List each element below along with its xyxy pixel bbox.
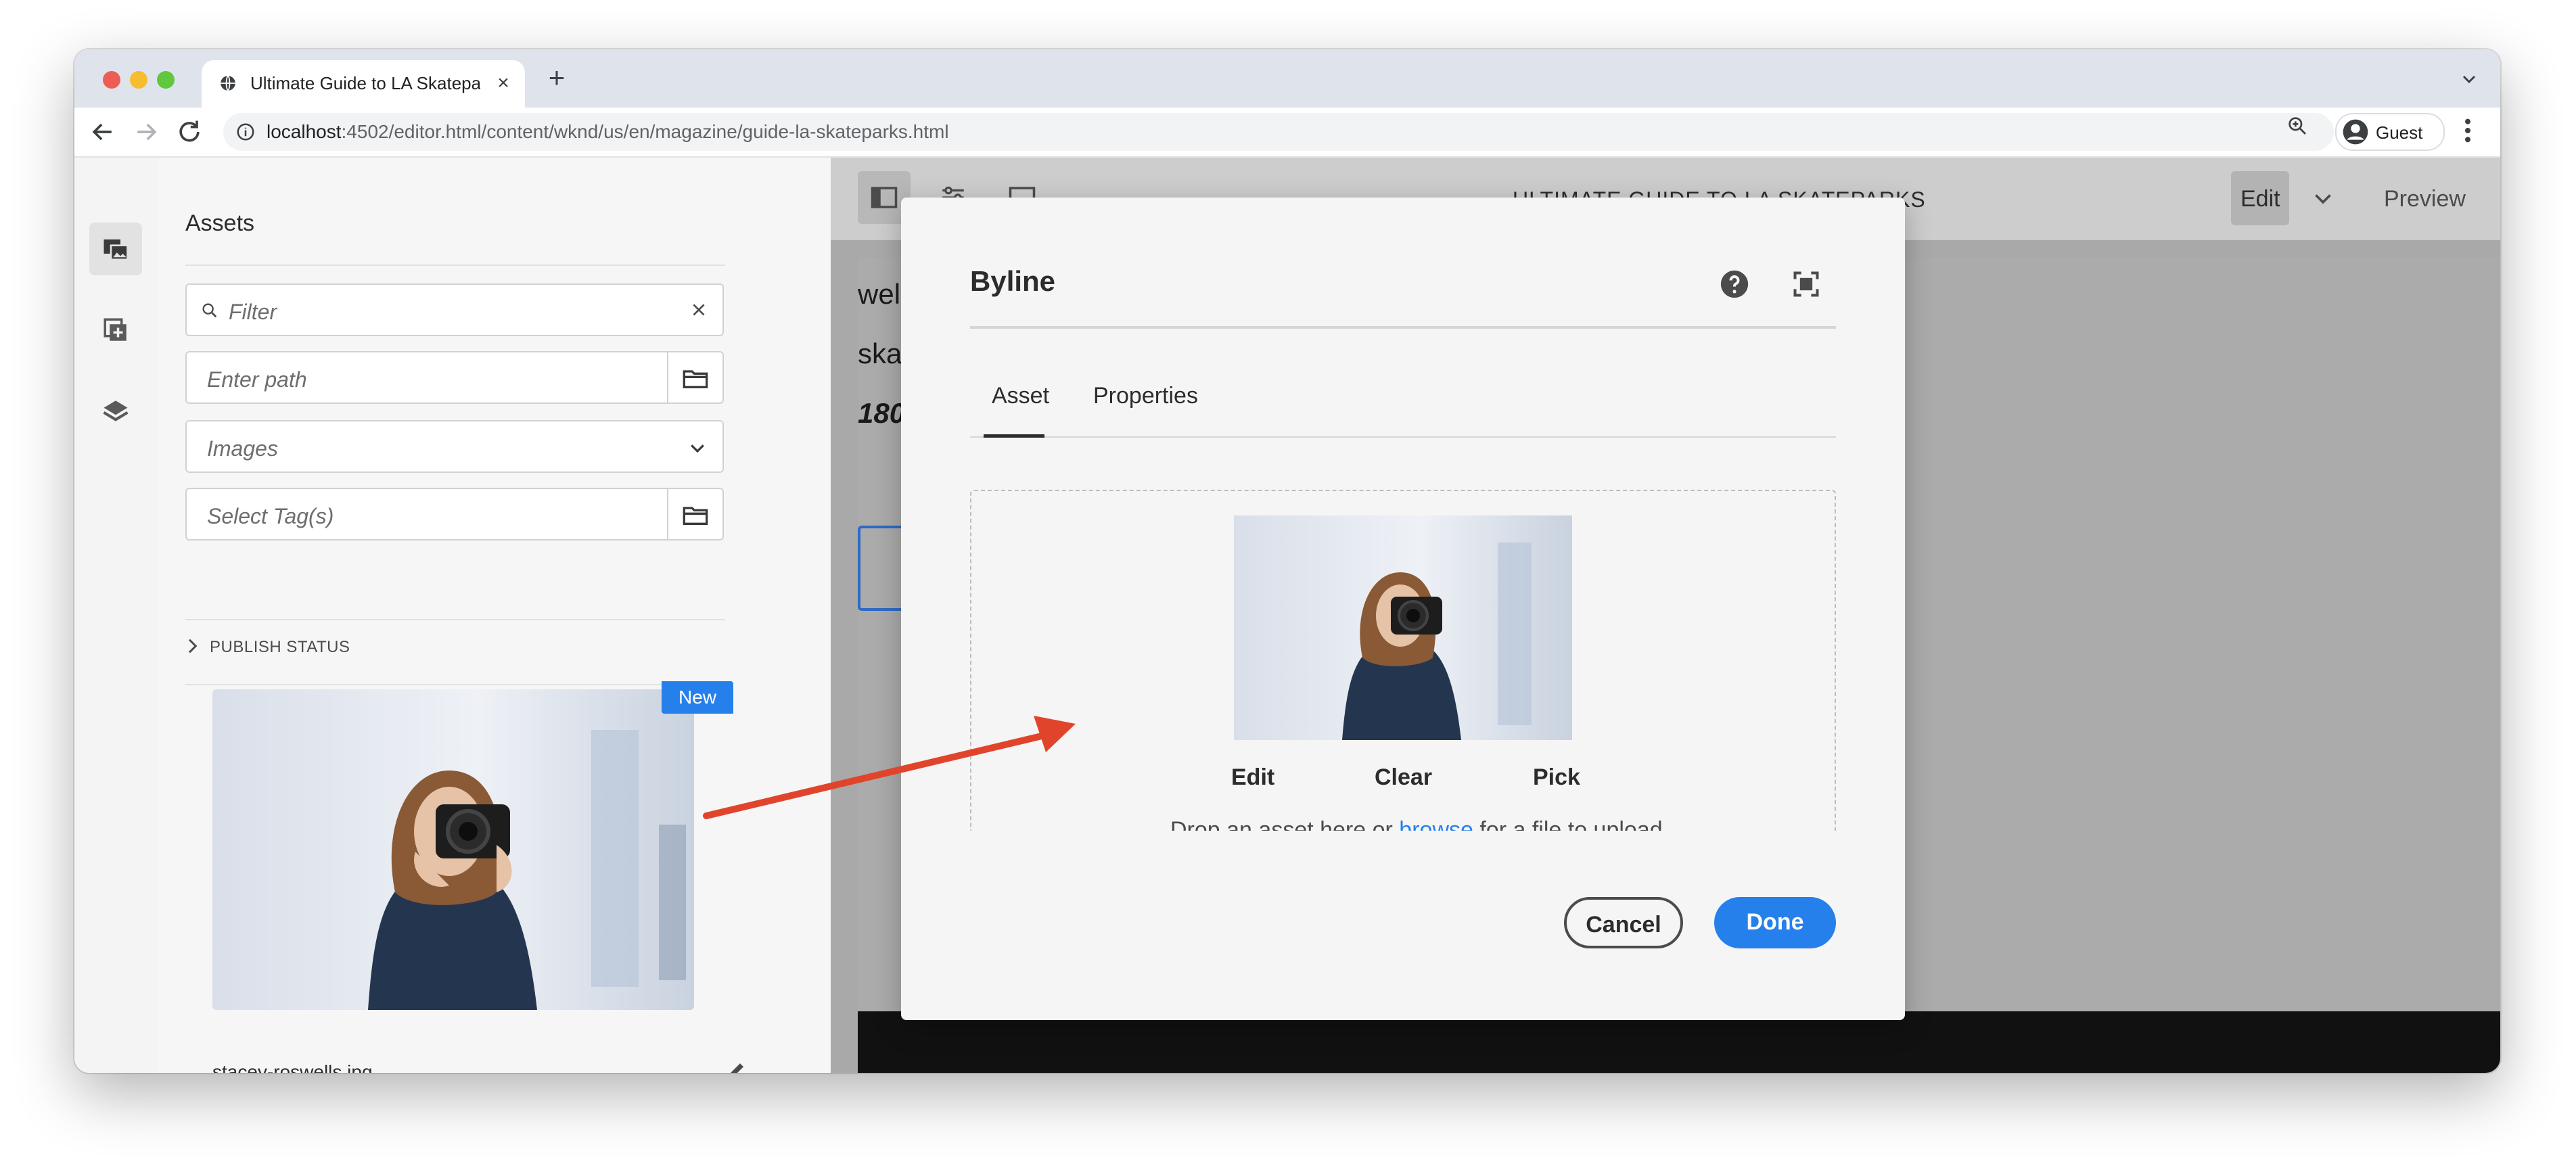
assets-panel-title: Assets — [185, 210, 255, 236]
edit-pencil-icon[interactable] — [727, 1060, 747, 1073]
cancel-button[interactable]: Cancel — [1564, 897, 1683, 948]
asset-thumbnail — [1234, 515, 1572, 740]
assets-rail-button[interactable] — [89, 223, 142, 275]
drop-hint-prefix: Drop an asset here or — [1170, 817, 1400, 831]
page-footer: WKND — [858, 1011, 2500, 1073]
reload-icon[interactable] — [175, 117, 204, 147]
folder-icon — [683, 507, 708, 525]
divider — [185, 684, 725, 685]
edit-asset-button[interactable]: Edit — [1231, 764, 1274, 791]
components-rail-button[interactable] — [89, 304, 142, 356]
browse-tags-button[interactable] — [667, 489, 722, 539]
search-icon — [202, 303, 217, 318]
new-badge: New — [662, 681, 733, 714]
asset-drop-zone[interactable]: Edit Clear Pick Drop an asset here or br… — [970, 490, 1836, 831]
tab-asset[interactable]: Asset — [992, 383, 1049, 409]
url-host: localhost — [267, 121, 342, 142]
url-text: localhost:4502/editor.html/content/wknd/… — [267, 121, 949, 143]
filter-input[interactable]: Filter — [185, 283, 724, 336]
close-tab-icon[interactable]: × — [491, 71, 515, 95]
clear-icon[interactable] — [690, 301, 708, 319]
profile-label: Guest — [2376, 122, 2423, 143]
browser-menu-icon[interactable] — [2462, 117, 2473, 144]
divider — [185, 619, 725, 620]
side-panel-icon — [871, 187, 898, 208]
path-input[interactable]: Enter path — [185, 351, 724, 404]
preview-button[interactable]: Preview — [2384, 186, 2466, 212]
browser-tab[interactable]: Ultimate Guide to LA Skateparks × — [202, 60, 525, 108]
components-icon — [104, 318, 127, 341]
filter-placeholder: Filter — [229, 300, 277, 324]
back-icon[interactable] — [88, 117, 118, 147]
tags-placeholder: Select Tag(s) — [207, 504, 334, 528]
address-bar[interactable]: localhost:4502/editor.html/content/wknd/… — [223, 113, 2334, 151]
divider — [185, 264, 725, 266]
tab-strip: Ultimate Guide to LA Skateparks × + — [74, 49, 2500, 108]
dialog-header-divider — [970, 326, 1836, 329]
assets-panel: Assets Filter Enter path Images Select T… — [158, 158, 832, 1073]
publish-status-toggle[interactable]: PUBLISH STATUS — [210, 638, 350, 657]
minimize-window-button[interactable] — [130, 71, 147, 89]
footer-logo: WKND — [883, 1067, 1126, 1073]
tab-title: Ultimate Guide to LA Skateparks — [250, 73, 480, 93]
asset-type-value: Images — [207, 436, 278, 461]
content-tree-rail-button[interactable] — [89, 385, 142, 438]
layers-icon — [103, 400, 129, 421]
photographer-thumbnail — [1234, 515, 1572, 740]
tab-properties[interactable]: Properties — [1093, 383, 1198, 409]
profile-button[interactable]: Guest — [2335, 113, 2445, 151]
chevron-right-icon[interactable] — [184, 635, 200, 657]
asset-type-select[interactable]: Images — [185, 420, 724, 473]
zoom-icon[interactable] — [2286, 115, 2308, 137]
drop-hint-suffix: for a file to upload — [1473, 817, 1663, 831]
url-path: :4502/editor.html/content/wknd/us/en/mag… — [341, 121, 949, 142]
done-label: Done — [1746, 909, 1804, 935]
browser-toolbar: localhost:4502/editor.html/content/wknd/… — [74, 108, 2500, 158]
done-button[interactable]: Done — [1714, 897, 1836, 948]
chevron-down-icon[interactable] — [2311, 186, 2335, 210]
side-rail — [74, 158, 160, 1073]
folder-icon — [683, 370, 708, 388]
pick-asset-button[interactable]: Pick — [1533, 764, 1580, 791]
edit-mode-label: Edit — [2240, 186, 2280, 212]
chevron-down-icon[interactable] — [2458, 68, 2480, 90]
globe-icon — [221, 75, 235, 91]
assets-icon — [104, 239, 129, 261]
browse-link[interactable]: browse — [1399, 817, 1473, 831]
chevron-down-icon — [691, 444, 704, 453]
help-icon[interactable] — [1720, 269, 1749, 299]
tabs-divider — [970, 436, 1836, 438]
zoom-window-button[interactable] — [157, 71, 175, 89]
asset-filename: stacey-roswells.jpg — [212, 1061, 373, 1073]
edit-mode-button[interactable]: Edit — [2231, 171, 2289, 225]
dialog-title: Byline — [970, 265, 1056, 297]
asset-card-image[interactable] — [212, 689, 694, 1010]
byline-dialog: Byline Asset Properties Edit Clear Pick … — [901, 198, 1905, 1020]
browse-path-button[interactable] — [667, 352, 722, 402]
clear-asset-button[interactable]: Clear — [1375, 764, 1432, 791]
cancel-label: Cancel — [1586, 912, 1661, 938]
close-window-button[interactable] — [103, 71, 120, 89]
photographer-photo — [212, 689, 694, 1010]
tags-input[interactable]: Select Tag(s) — [185, 488, 724, 540]
fullscreen-icon[interactable] — [1791, 269, 1821, 299]
forward-icon[interactable] — [131, 117, 161, 147]
new-tab-button[interactable]: + — [541, 63, 572, 94]
avatar-icon — [2343, 119, 2368, 145]
drop-hint: Drop an asset here or browse for a file … — [1170, 817, 1663, 831]
info-icon[interactable] — [235, 122, 256, 142]
active-tab-indicator — [984, 434, 1044, 438]
path-placeholder: Enter path — [207, 367, 307, 392]
